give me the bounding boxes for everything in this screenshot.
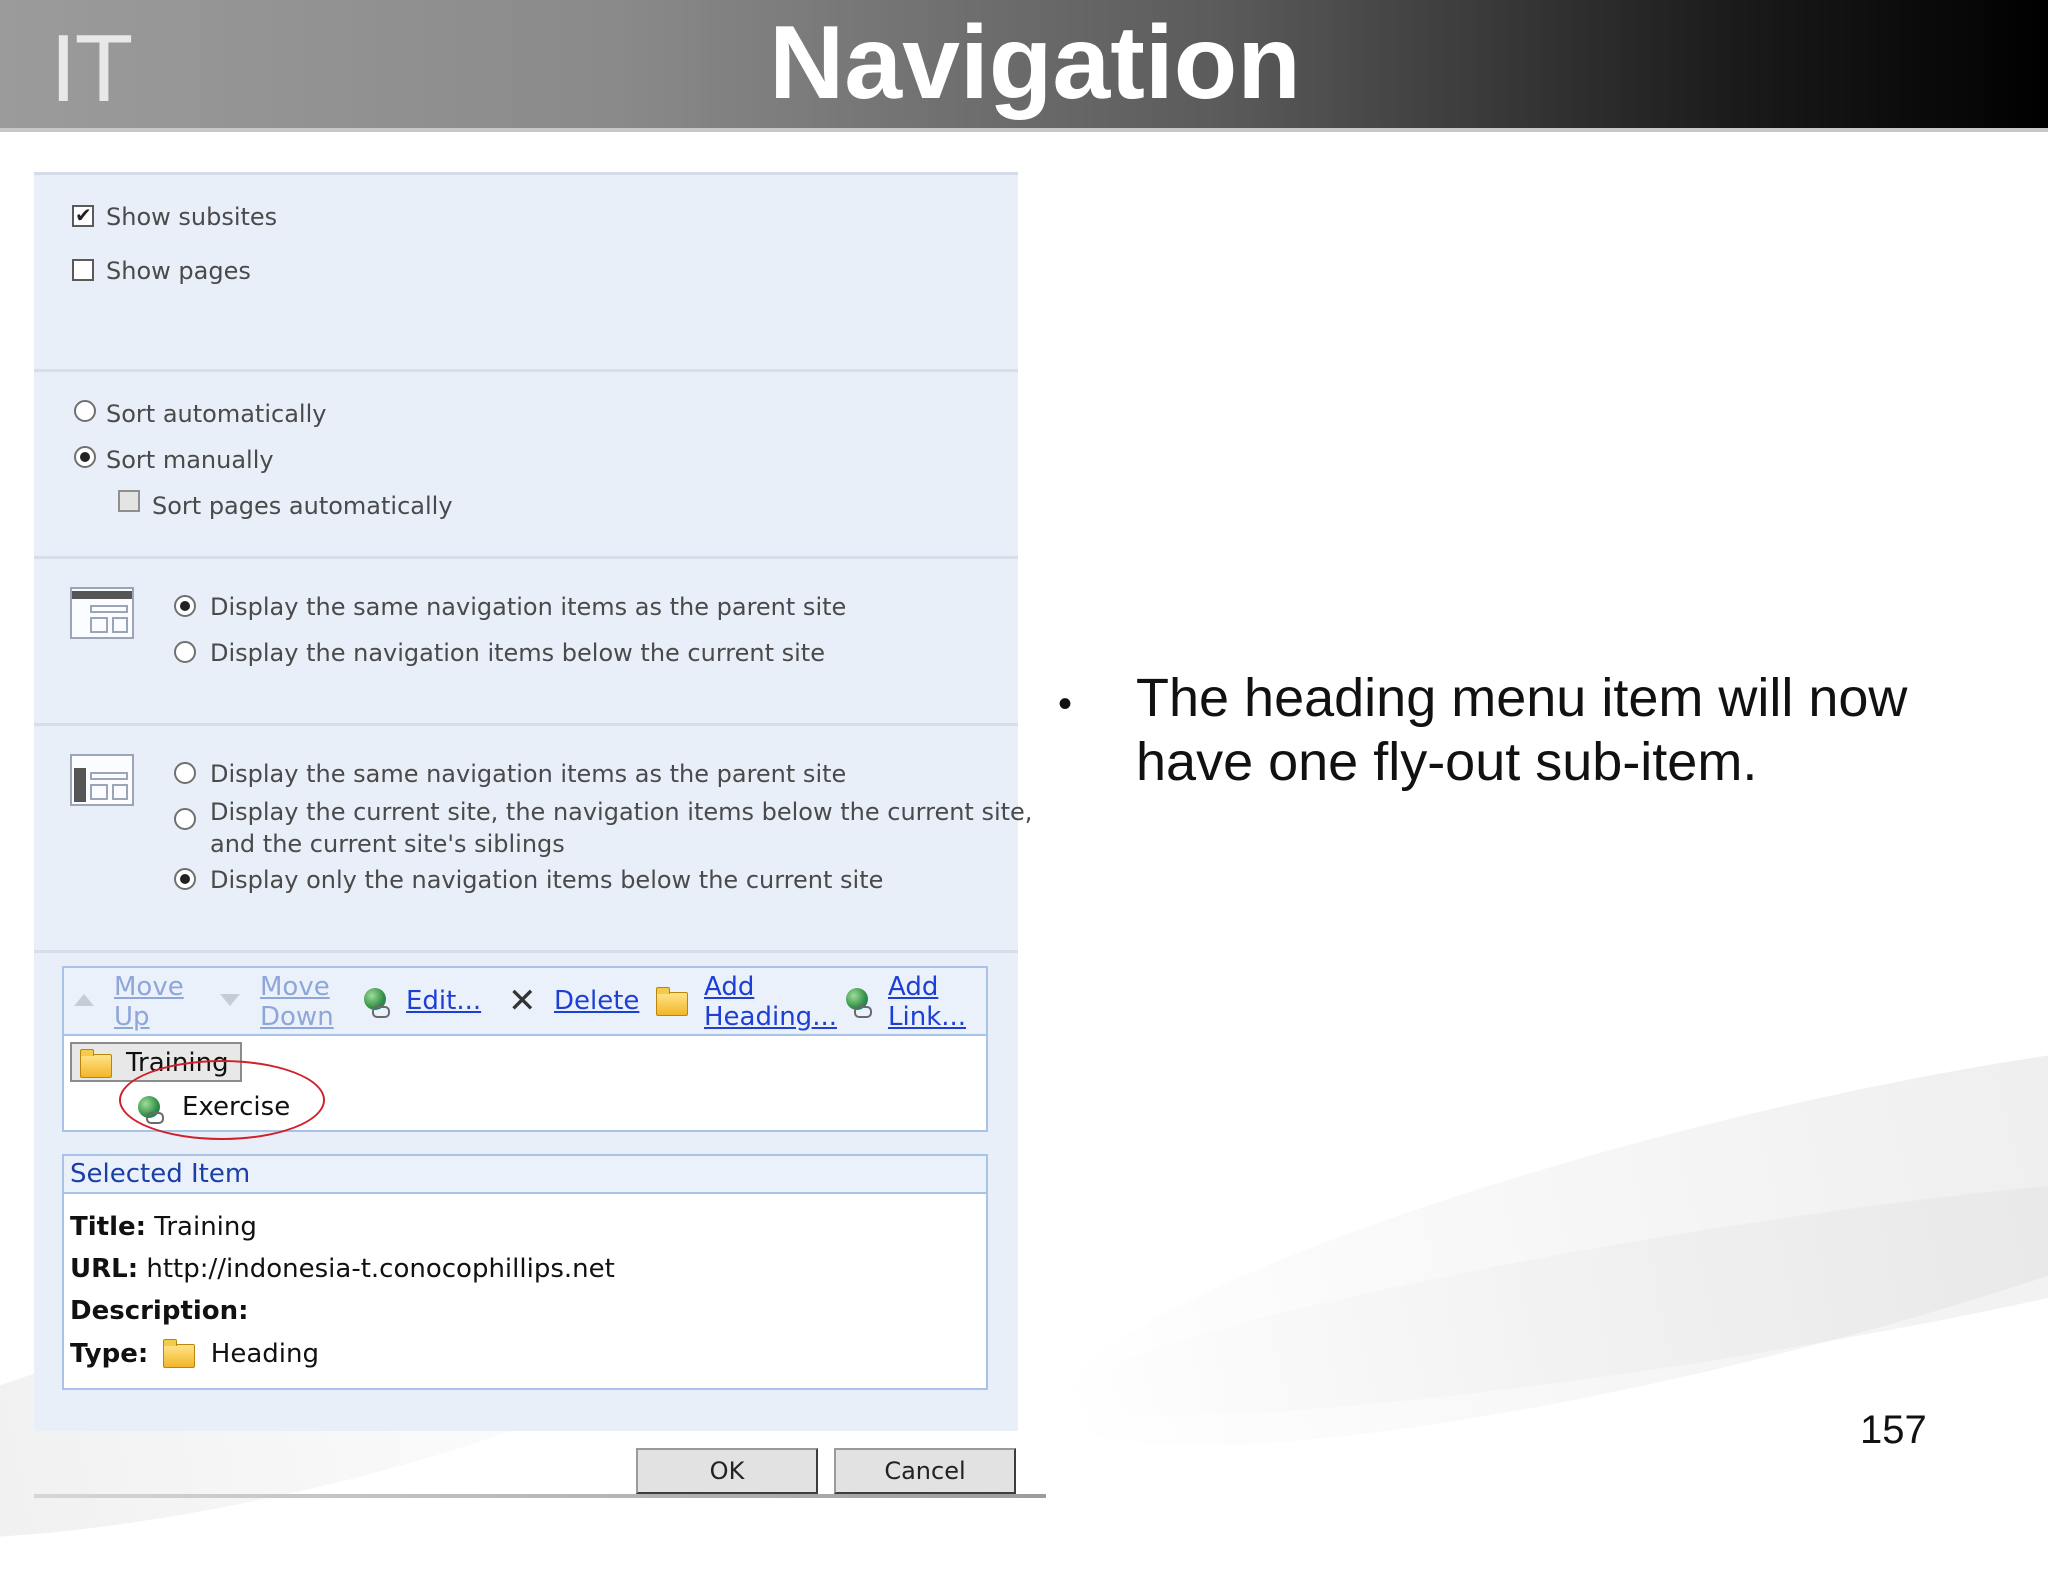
- sort-pages-automatically-checkbox[interactable]: [118, 490, 140, 512]
- current-and-siblings-radio[interactable]: [174, 808, 196, 830]
- move-down-button[interactable]: Move Down: [260, 972, 334, 1032]
- sort-manually-radio[interactable]: [74, 446, 96, 468]
- heading-folder-icon: [162, 1339, 195, 1368]
- move-down-icon: [220, 994, 240, 1006]
- current-and-siblings-label-line2: and the current site's siblings: [210, 830, 565, 858]
- current-navigation-icon: [70, 754, 134, 806]
- ok-button[interactable]: OK: [636, 1448, 818, 1494]
- page-number: 157: [1860, 1408, 1927, 1452]
- move-up-button[interactable]: Move Up: [114, 972, 184, 1032]
- current-navigation-section: Display the same navigation items as the…: [34, 726, 1032, 953]
- selected-description-row: Description:: [70, 1296, 249, 1326]
- cancel-button[interactable]: Cancel: [834, 1448, 1016, 1494]
- current-same-as-parent-label: Display the same navigation items as the…: [210, 760, 847, 788]
- show-subsites-checkbox[interactable]: [72, 203, 94, 227]
- global-navigation-section: Display the same navigation items as the…: [34, 559, 1018, 726]
- selected-type-row: Type: Heading: [70, 1339, 319, 1369]
- global-same-as-parent-label: Display the same navigation items as the…: [210, 593, 847, 621]
- sort-automatically-label: Sort automatically: [106, 400, 327, 428]
- bullet-text: The heading menu item will now have one …: [1136, 668, 1908, 792]
- add-heading-icon: [656, 987, 688, 1016]
- editor-toolbar: Move Up Move Down Edit... ✕ Delete Add H…: [64, 968, 986, 1036]
- current-and-siblings-label-line1: Display the current site, the navigation…: [210, 798, 1033, 826]
- link-icon: [372, 1006, 390, 1018]
- bullet-point: •: [1058, 682, 1073, 726]
- sort-automatically-radio[interactable]: [74, 400, 96, 422]
- global-navigation-icon: [70, 587, 134, 639]
- sort-manually-label: Sort manually: [106, 446, 274, 474]
- global-same-as-parent-radio[interactable]: [174, 595, 196, 617]
- sort-pages-automatically-label: Sort pages automatically: [152, 492, 453, 520]
- show-pages-checkbox[interactable]: [72, 259, 94, 281]
- show-pages-label: Show pages: [106, 257, 251, 285]
- delete-button[interactable]: Delete: [554, 986, 639, 1016]
- global-below-current-label: Display the navigation items below the c…: [210, 639, 825, 667]
- move-up-icon: [74, 994, 94, 1006]
- show-subsites-label: Show subsites: [106, 203, 278, 231]
- show-options-section: Show subsites Show pages: [34, 175, 1018, 372]
- selected-item-header: Selected Item: [64, 1156, 986, 1194]
- selected-item-panel: Selected Item Title: Training URL: http:…: [62, 1154, 988, 1390]
- slide-title: Navigation: [769, 5, 1301, 121]
- navigation-tree-editor: Move Up Move Down Edit... ✕ Delete Add H…: [62, 966, 988, 1140]
- add-link-button[interactable]: Add Link...: [888, 972, 966, 1032]
- edit-button[interactable]: Edit...: [406, 986, 481, 1016]
- slide-header: IT Navigation: [0, 0, 2048, 132]
- dialog-bottom-line: [34, 1494, 1046, 1498]
- selected-url-row: URL: http://indonesia-t.conocophillips.n…: [70, 1254, 615, 1284]
- current-only-below-label: Display only the navigation items below …: [210, 866, 884, 894]
- highlight-ellipse: [119, 1060, 325, 1140]
- selected-title-row: Title: Training: [70, 1212, 257, 1242]
- current-only-below-radio[interactable]: [174, 868, 196, 890]
- add-heading-button[interactable]: Add Heading...: [704, 972, 837, 1032]
- link-icon: [854, 1006, 872, 1018]
- current-same-as-parent-radio[interactable]: [174, 762, 196, 784]
- sorting-section: Sort automatically Sort manually Sort pa…: [34, 372, 1018, 559]
- global-below-current-radio[interactable]: [174, 641, 196, 663]
- heading-folder-icon: [80, 1049, 112, 1078]
- selected-item-title: Selected Item: [70, 1159, 251, 1189]
- delete-icon: ✕: [508, 981, 537, 1021]
